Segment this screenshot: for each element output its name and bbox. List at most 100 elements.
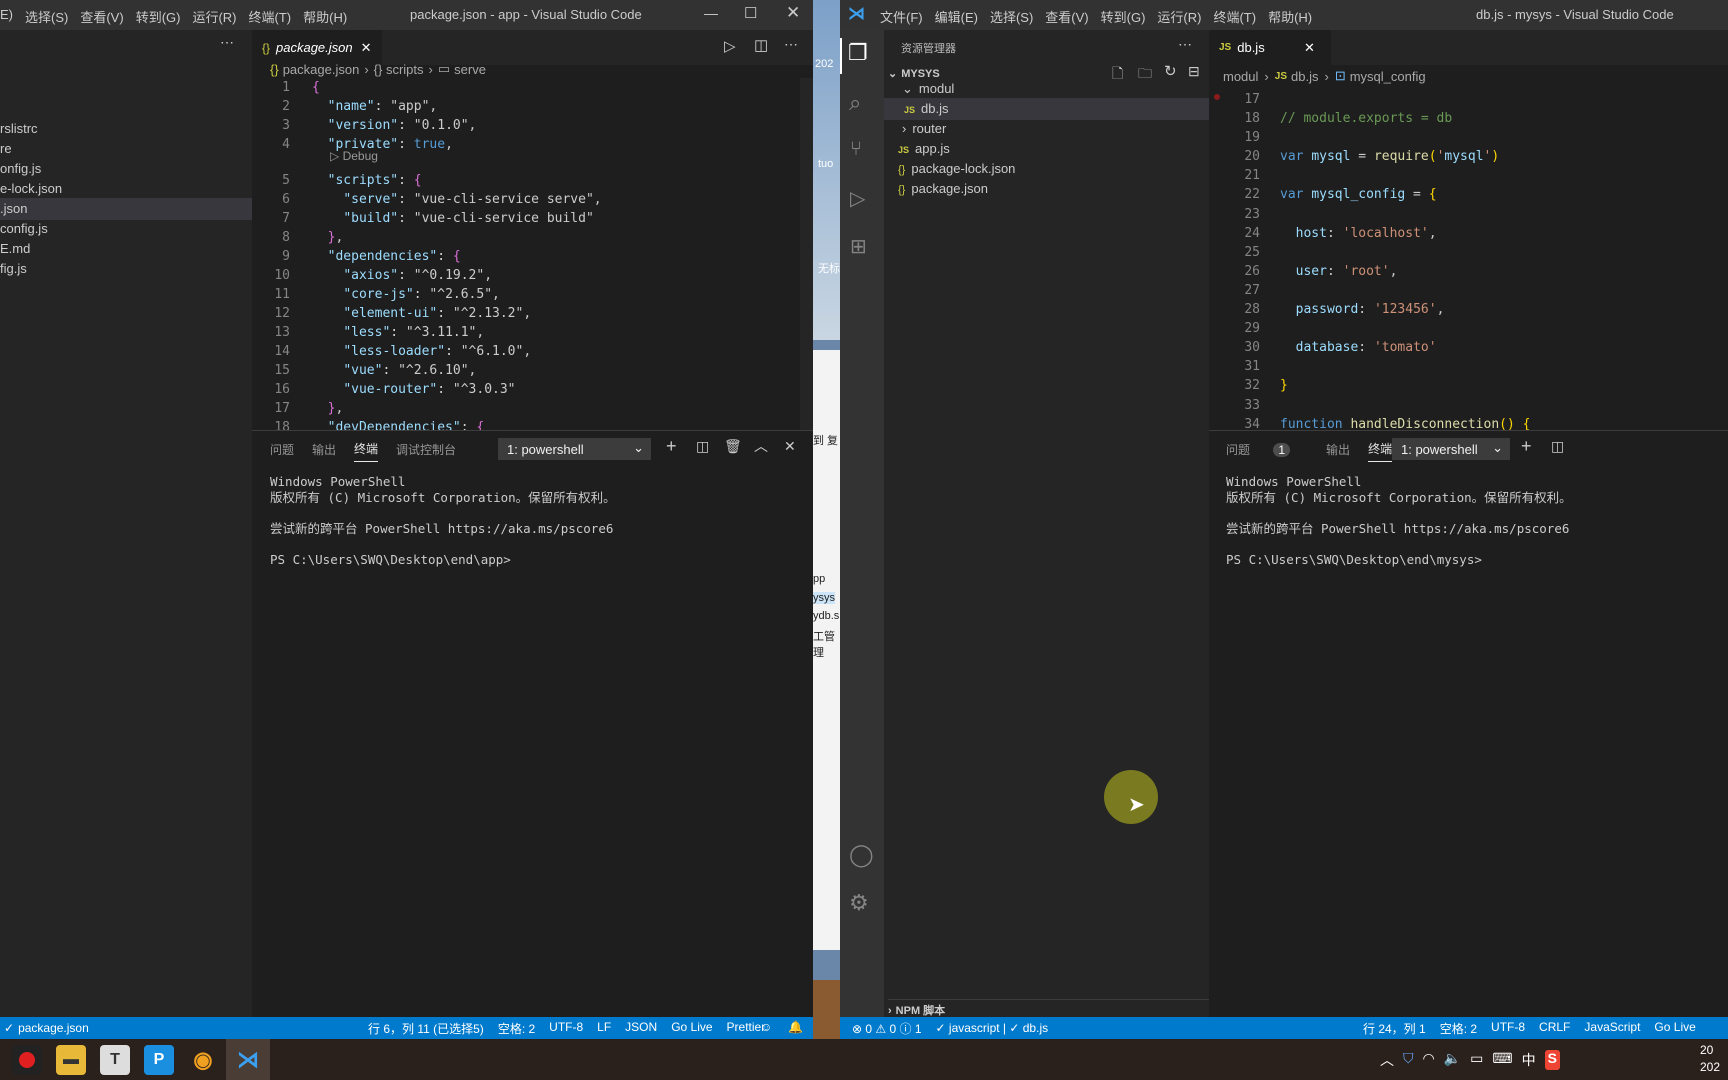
tab-terminal[interactable]: 终端 xyxy=(1368,440,1393,462)
shield-icon[interactable]: ⛉ xyxy=(1403,1050,1414,1070)
close-tab-icon[interactable]: ✕ xyxy=(1304,40,1315,56)
status-item[interactable]: JavaScript xyxy=(1584,1020,1640,1037)
maximize-icon[interactable]: ☐ xyxy=(744,4,757,22)
sogou-icon[interactable]: S xyxy=(1544,1050,1560,1070)
tree-item-json[interactable]: {} package-lock.json xyxy=(884,158,1209,180)
menu-item-5[interactable]: 终端(T) xyxy=(249,7,292,26)
menu-item-0[interactable]: 文件(F) xyxy=(880,7,923,26)
search-icon[interactable]: ⌕ xyxy=(849,90,861,116)
editor-more-icon[interactable]: ⋯ xyxy=(784,36,798,53)
extensions-icon[interactable]: ⊞ xyxy=(850,234,867,259)
panel-tab[interactable]: 调试控制台 xyxy=(396,441,456,458)
debug-codelens[interactable]: ▷ Debug xyxy=(330,149,378,163)
menu-item-3[interactable]: 查看(V) xyxy=(1045,7,1088,26)
status-item[interactable]: UTF-8 xyxy=(1491,1020,1525,1037)
menu-item-2[interactable]: 选择(S) xyxy=(990,7,1033,26)
vscode-taskbar-icon[interactable]: ⋊ xyxy=(226,1039,270,1080)
keyboard-icon[interactable]: ⌨ xyxy=(1492,1050,1512,1070)
menu-item-1[interactable]: 编辑(E) xyxy=(935,7,978,26)
explorer-file-item[interactable]: onfig.js xyxy=(0,158,252,180)
file-explorer-icon[interactable]: ▬ xyxy=(56,1045,86,1075)
chevron-up-icon[interactable]: ︿ xyxy=(754,436,768,456)
menu-item-4[interactable]: 转到(G) xyxy=(1101,7,1146,26)
right-code-editor[interactable]: 17 18// module.exports = db 19 20 var mysql … xyxy=(1210,90,1624,472)
menu-item-2[interactable]: 查看(V) xyxy=(80,7,123,26)
left-code-editor[interactable]: 1{2 "name": "app", 3 "version": "0.1.0", 4… xyxy=(262,78,617,456)
tree-item-folder-open[interactable]: ⌄ modul xyxy=(884,78,1209,100)
menu-item-7[interactable]: 帮助(H) xyxy=(1268,7,1312,26)
new-terminal-icon[interactable]: + xyxy=(666,436,677,457)
status-item[interactable]: 行 6，列 11 (已选择5) xyxy=(368,1020,484,1037)
remote-icon[interactable]: ✓ xyxy=(4,1021,14,1035)
split-terminal-icon[interactable]: ◫ xyxy=(696,438,709,455)
status-item[interactable]: CRLF xyxy=(1539,1020,1570,1037)
tab-problems[interactable]: 问题 1 xyxy=(1226,441,1308,458)
trash-icon[interactable]: 🗑 xyxy=(724,438,742,455)
left-editor-scrollbar[interactable] xyxy=(800,78,813,430)
typora-icon[interactable]: T xyxy=(100,1045,130,1075)
status-item[interactable]: UTF-8 xyxy=(549,1020,583,1037)
run-icon[interactable]: ▷ xyxy=(724,37,736,55)
gear-icon[interactable]: ⚙ xyxy=(849,890,869,916)
status-item[interactable]: Go Live xyxy=(1654,1020,1695,1037)
split-editor-icon[interactable]: ◫ xyxy=(754,36,768,54)
problems-status[interactable]: ⊗ 0 ⚠ 0 ⓘ 1 xyxy=(852,1020,922,1037)
tab-output[interactable]: 输出 xyxy=(1326,441,1350,458)
panel-tab[interactable]: 问题 xyxy=(270,441,294,458)
close-icon[interactable]: ✕ xyxy=(786,3,800,23)
account-icon[interactable]: ◯ xyxy=(849,842,874,868)
volume-icon[interactable]: 🔈 xyxy=(1444,1050,1461,1070)
minimize-icon[interactable]: — xyxy=(704,5,718,21)
close-tab-icon[interactable]: ✕ xyxy=(361,40,372,56)
menu-item-3[interactable]: 转到(G) xyxy=(136,7,181,26)
explorer-file-item[interactable]: re xyxy=(0,138,252,160)
status-item[interactable]: 行 24，列 1 xyxy=(1363,1020,1426,1037)
menu-item-6[interactable]: 帮助(H) xyxy=(303,7,347,26)
explorer-file-item[interactable]: E.md xyxy=(0,238,252,260)
split-terminal-icon[interactable]: ◫ xyxy=(1551,438,1564,455)
right-terminal-output[interactable]: Windows PowerShell 版权所有 (C) Microsoft Cor… xyxy=(1226,474,1572,567)
left-terminal-output[interactable]: Windows PowerShell 版权所有 (C) Microsoft Cor… xyxy=(270,474,616,567)
panel-tab[interactable]: 终端 xyxy=(354,440,379,462)
files-icon[interactable]: ❐ xyxy=(848,40,868,66)
tree-item-js[interactable]: JS app.js xyxy=(884,138,1209,160)
terminal-select[interactable]: 1: powershell ⌄ xyxy=(1392,438,1510,460)
status-item[interactable]: Go Live xyxy=(671,1020,712,1037)
bell-icon[interactable]: 🔔 xyxy=(788,1020,803,1034)
tree-item-json[interactable]: {} package.json xyxy=(884,178,1209,200)
feedback-icon[interactable]: ☺ xyxy=(760,1020,772,1034)
status-item[interactable]: 空格: 2 xyxy=(498,1020,535,1037)
wifi-icon[interactable]: ◠ xyxy=(1423,1050,1435,1070)
npm-scripts-header[interactable]: › NPM 脚本 xyxy=(888,999,1209,1018)
explorer-file-item[interactable]: fig.js xyxy=(0,258,252,280)
close-panel-icon[interactable]: ✕ xyxy=(784,438,796,455)
record-app-icon[interactable] xyxy=(12,1045,42,1075)
explorer-file-item[interactable]: .json xyxy=(0,198,252,220)
explorer-file-item[interactable]: config.js xyxy=(0,218,252,240)
status-item[interactable]: JSON xyxy=(625,1020,657,1037)
run-debug-icon[interactable]: ▷ xyxy=(850,186,865,211)
status-item[interactable]: 空格: 2 xyxy=(1440,1020,1477,1037)
tree-item-folder[interactable]: › router xyxy=(884,118,1209,140)
eslint-status[interactable]: ✓ javascript | ✓ db.js xyxy=(936,1021,1049,1035)
chevron-up-icon[interactable]: ︿ xyxy=(1380,1050,1394,1070)
menu-item-6[interactable]: 终端(T) xyxy=(1213,7,1256,26)
menu-item-5[interactable]: 运行(R) xyxy=(1157,7,1201,26)
tab-db-js[interactable]: JS db.js ✕ xyxy=(1209,30,1331,65)
chrome-icon[interactable]: ◉ xyxy=(188,1045,218,1075)
source-control-icon[interactable]: ⑂ xyxy=(850,138,862,161)
ime-indicator[interactable]: 中 xyxy=(1522,1050,1536,1070)
terminal-select[interactable]: 1: powershell ⌄ xyxy=(498,438,651,460)
menu-item-1[interactable]: 选择(S) xyxy=(25,7,68,26)
display-icon[interactable]: ▭ xyxy=(1470,1050,1483,1070)
tree-item-js[interactable]: JS db.js xyxy=(884,98,1209,120)
clock[interactable]: 20 202 xyxy=(1700,1042,1720,1076)
explorer-file-item[interactable]: rslistrc xyxy=(0,118,252,140)
explorer-file-item[interactable]: e-lock.json xyxy=(0,178,252,200)
more-actions-icon[interactable]: ⋯ xyxy=(220,34,234,51)
explorer-more-icon[interactable]: ⋯ xyxy=(1178,36,1192,53)
p-app-icon[interactable]: P xyxy=(144,1045,174,1075)
menu-item-4[interactable]: 运行(R) xyxy=(192,7,236,26)
panel-tab[interactable]: 输出 xyxy=(312,441,336,458)
status-item[interactable]: LF xyxy=(597,1020,611,1037)
